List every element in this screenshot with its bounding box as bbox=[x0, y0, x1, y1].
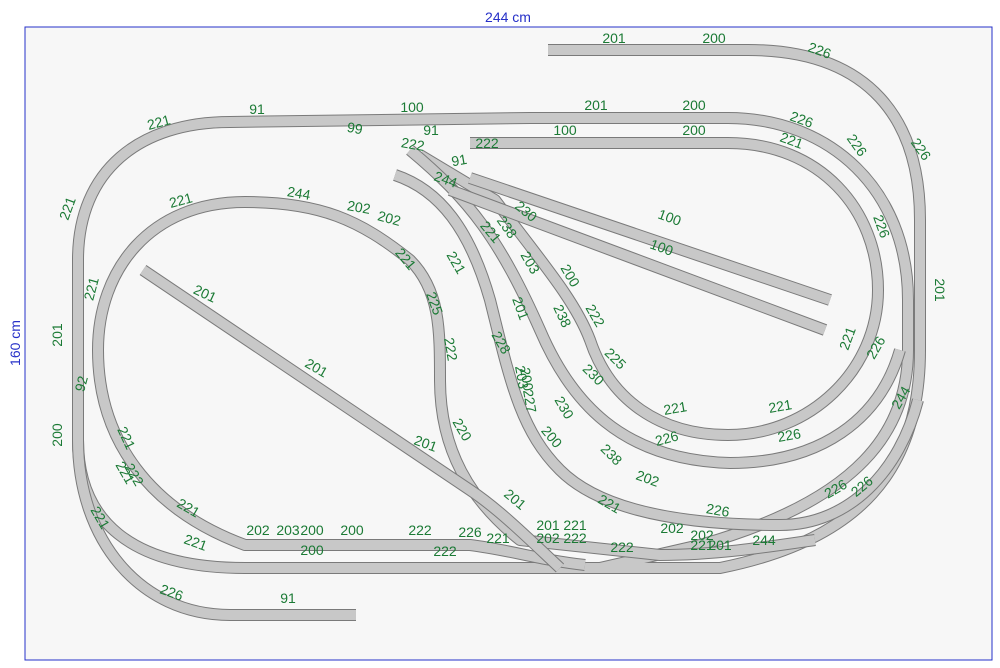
track-piece-label: 200 bbox=[300, 542, 324, 558]
track-piece-label: 201 bbox=[708, 537, 732, 553]
track-piece-label: 222 bbox=[475, 135, 499, 151]
track-piece-label: 222 bbox=[610, 539, 634, 555]
track-piece-label: 203 bbox=[276, 522, 300, 538]
track-piece-label: 200 bbox=[300, 522, 324, 538]
track-piece-label: 201 bbox=[932, 278, 948, 302]
track-piece-label: 222 bbox=[433, 543, 457, 559]
track-piece-label: 201 bbox=[584, 97, 608, 113]
track-piece-label: 221 bbox=[563, 517, 587, 533]
track-piece-label: 201 bbox=[49, 323, 65, 347]
track-piece-label: 91 bbox=[450, 151, 468, 169]
width-dimension-label: 244 cm bbox=[485, 9, 531, 25]
track-piece-label: 221 bbox=[486, 530, 510, 546]
track-piece-label: 201 bbox=[0, 0, 12, 3]
track-piece-label: 201 bbox=[602, 30, 626, 46]
track-piece-label: 201 bbox=[536, 517, 560, 533]
track-piece-label: 91 bbox=[280, 590, 296, 606]
track-piece-label: 99 bbox=[346, 119, 364, 137]
track-piece-label: 244 bbox=[752, 532, 776, 548]
track-plan-diagram: 244 cm 160 cm 201 200 226 226 226 201 244 226 22 bbox=[0, 0, 1000, 668]
track-piece-label: 100 bbox=[553, 122, 577, 138]
track-piece-label: 100 bbox=[400, 99, 424, 115]
track-piece-label: 226 bbox=[458, 524, 482, 540]
track-piece-label: 202 bbox=[246, 522, 270, 538]
track-piece-label: 200 bbox=[340, 522, 364, 538]
track-piece-label: 91 bbox=[249, 101, 265, 117]
track-piece-label: 200 bbox=[49, 423, 65, 447]
track-piece-label: 202 bbox=[660, 520, 684, 536]
track-piece-label: 222 bbox=[408, 522, 432, 538]
track-plan-svg: 244 cm 160 cm 201 200226226 22620124422622 bbox=[0, 0, 993, 661]
track-piece-label: 91 bbox=[423, 122, 439, 138]
track-piece-label: 200 bbox=[702, 30, 726, 46]
track-piece-label: 200 bbox=[682, 122, 706, 138]
height-dimension-label: 160 cm bbox=[7, 320, 23, 366]
track-piece-label: 200 bbox=[682, 97, 706, 113]
